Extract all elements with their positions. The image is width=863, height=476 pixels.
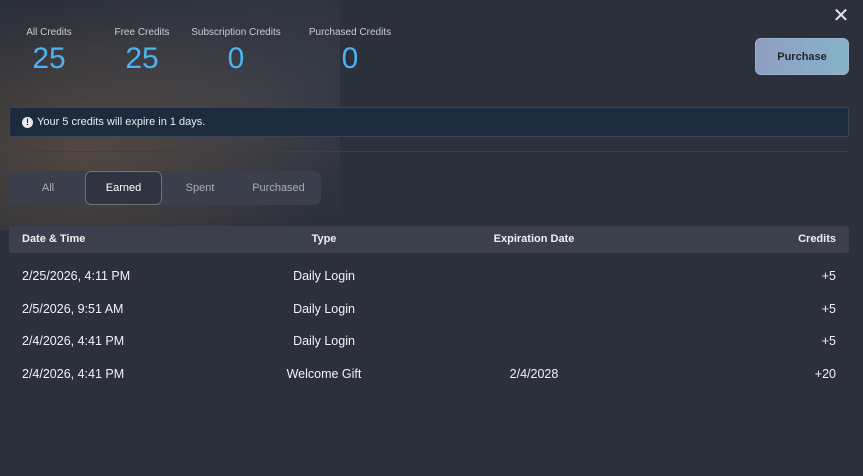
stat-value: 0	[341, 42, 359, 75]
cell-expiration-date	[474, 293, 594, 326]
cell-date-time: 2/5/2026, 9:51 AM	[22, 302, 124, 316]
cell-credits: +5	[821, 302, 836, 316]
cell-type: Daily Login	[293, 269, 355, 283]
table-row: 2/4/2026, 4:41 PM Welcome Gift 2/4/2028 …	[9, 358, 849, 391]
cell-date-time: 2/25/2026, 4:11 PM	[22, 269, 131, 283]
cell-date-time: 2/4/2026, 4:41 PM	[22, 334, 125, 348]
tab-all[interactable]: All	[11, 171, 85, 205]
cell-expiration-date	[474, 325, 594, 358]
header-expiration-date: Expiration Date	[493, 233, 575, 245]
cell-type: Welcome Gift	[286, 367, 362, 381]
table-header: Date & Time Type Expiration Date Credits	[9, 226, 849, 253]
divider	[9, 151, 849, 152]
stat-free-credits: Free Credits 25	[114, 27, 170, 76]
stat-all-credits: All Credits 25	[26, 27, 72, 76]
cell-date-time: 2/4/2026, 4:41 PM	[22, 367, 125, 381]
stat-purchased-credits: Purchased Credits 0	[307, 27, 393, 76]
cell-type: Daily Login	[293, 334, 355, 348]
cell-credits: +5	[821, 334, 836, 348]
alert-text: Your 5 credits will expire in 1 days.	[37, 116, 206, 128]
expiry-alert: ! Your 5 credits will expire in 1 days.	[9, 107, 849, 137]
purchase-button[interactable]: Purchase	[755, 38, 849, 75]
exclamation-circle-icon: !	[22, 116, 33, 128]
stat-value: 25	[32, 42, 66, 75]
tab-earned[interactable]: Earned	[85, 171, 162, 205]
stat-value: 25	[125, 42, 159, 75]
stat-label: Purchased Credits	[308, 27, 392, 38]
header-type: Type	[311, 233, 337, 245]
tab-spent[interactable]: Spent	[162, 171, 238, 205]
stat-label: Free Credits	[114, 27, 170, 38]
stat-value: 0	[227, 42, 245, 75]
close-icon[interactable]: ✕	[831, 6, 851, 26]
table-row: 2/5/2026, 9:51 AM Daily Login +5	[9, 293, 849, 326]
stat-label: All Credits	[26, 27, 72, 38]
cell-credits: +5	[821, 269, 836, 283]
cell-expiration-date	[474, 260, 594, 293]
cell-credits: +20	[814, 367, 836, 381]
header-date-time: Date & Time	[22, 233, 86, 245]
stat-subscription-credits: Subscription Credits 0	[189, 27, 283, 76]
table-row: 2/4/2026, 4:41 PM Daily Login +5	[9, 325, 849, 358]
cell-type: Daily Login	[293, 302, 355, 316]
stat-label: Subscription Credits	[191, 27, 281, 38]
cell-expiration-date: 2/4/2028	[509, 367, 559, 381]
table-row: 2/25/2026, 4:11 PM Daily Login +5	[9, 260, 849, 293]
filter-tabs: All Earned Spent Purchased	[9, 171, 321, 205]
header-credits: Credits	[798, 233, 836, 245]
tab-purchased[interactable]: Purchased	[238, 171, 319, 205]
credit-stats: All Credits 25 Free Credits 25 Subscript…	[26, 27, 393, 76]
